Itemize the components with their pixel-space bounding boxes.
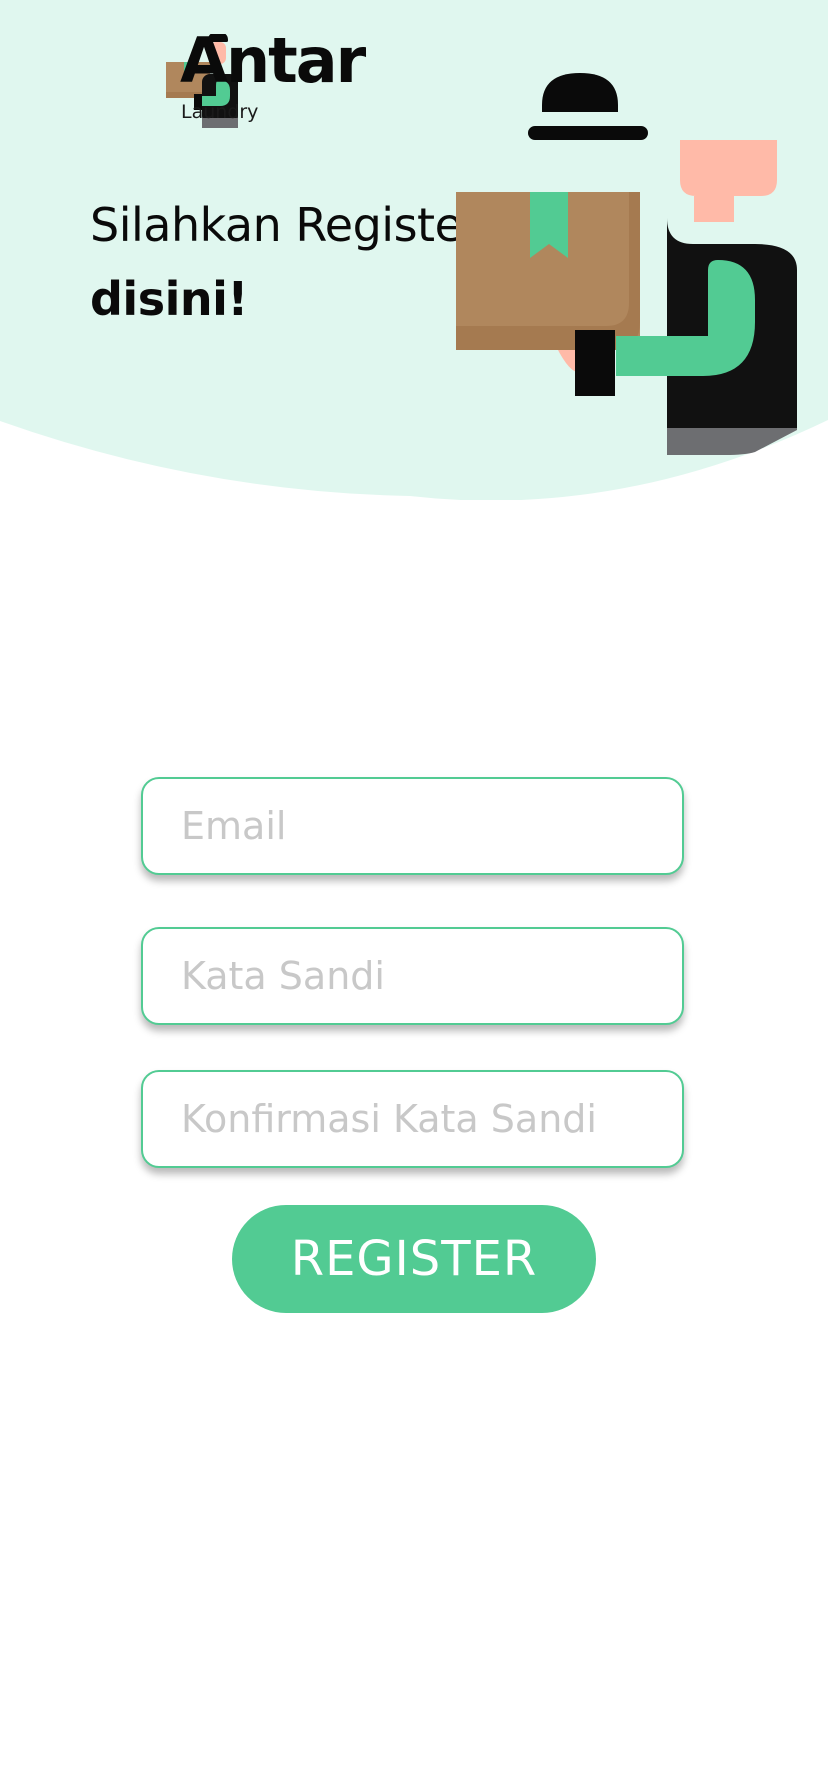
confirm-password-field: [141, 1070, 684, 1168]
register-screen: Antar Laundry Silahkan Register, disini!: [0, 0, 828, 1792]
register-button[interactable]: REGISTER: [232, 1205, 596, 1313]
brand-subtitle: Laundry: [181, 101, 259, 123]
headline-line-1: Silahkan Register,: [90, 198, 495, 252]
password-input[interactable]: [143, 929, 682, 1023]
password-field: [141, 927, 684, 1025]
email-input[interactable]: [143, 779, 682, 873]
courier-illustration: [456, 73, 797, 455]
brand-name: Antar: [180, 24, 366, 97]
confirm-password-input[interactable]: [143, 1072, 682, 1166]
headline-line-2: disini!: [90, 272, 248, 326]
page-title: Silahkan Register, disini!: [90, 188, 495, 336]
email-field: [141, 777, 684, 875]
